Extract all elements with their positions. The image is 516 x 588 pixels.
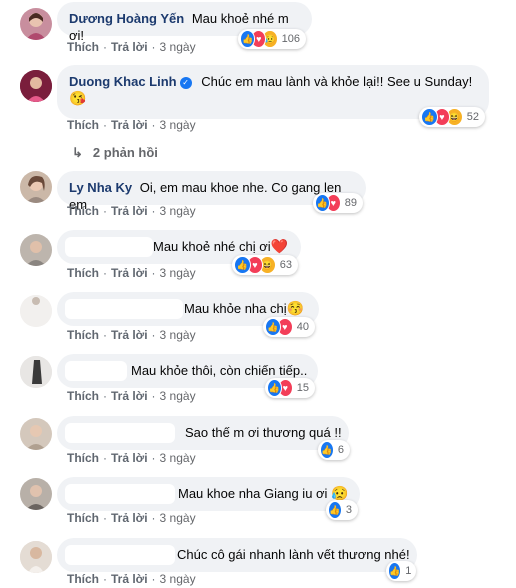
- comment-actions: Thích · Trả lời · 3 ngày: [67, 266, 196, 280]
- comment-actions: Thích · Trả lời · 3 ngày: [67, 204, 196, 218]
- comment-actions: Thích · Trả lời · 3 ngày: [67, 451, 196, 465]
- avatar[interactable]: [20, 356, 52, 388]
- comment-text: Mau khoe nha Giang iu ơi 😥: [178, 485, 349, 501]
- comment-text: Chúc em mau lành và khỏe lại!! See u Sun…: [201, 74, 473, 89]
- like-button[interactable]: Thích: [67, 451, 99, 465]
- redacted-author: [65, 423, 175, 443]
- reaction-count: 15: [296, 382, 309, 394]
- redacted-author: [65, 299, 183, 319]
- verified-badge-icon: ✓: [179, 76, 192, 89]
- kissing-emoji: 😚: [286, 300, 305, 316]
- like-button[interactable]: Thích: [67, 511, 99, 525]
- reaction-count: 106: [281, 33, 301, 45]
- view-replies-link[interactable]: ↳ 2 phản hồi: [72, 145, 158, 161]
- comment-timestamp[interactable]: 3 ngày: [160, 204, 196, 218]
- like-reaction-icon: 👍: [234, 256, 251, 274]
- redacted-author: [65, 237, 153, 257]
- like-reaction-icon: 👍: [315, 194, 330, 212]
- comment-text: Chúc cô gái nhanh lành vết thương nhé!: [177, 547, 410, 562]
- avatar[interactable]: [20, 171, 52, 203]
- reply-button[interactable]: Trả lời: [111, 328, 148, 342]
- comment-timestamp[interactable]: 3 ngày: [160, 266, 196, 280]
- avatar[interactable]: [20, 478, 52, 510]
- replies-label: 2 phản hồi: [92, 145, 158, 160]
- comment-text: Mau khoẻ nhé chị ơi❤️: [153, 238, 289, 254]
- avatar[interactable]: [20, 295, 52, 327]
- comment-actions: Thích · Trả lời · 3 ngày: [67, 389, 196, 403]
- sad-emoji: 😥: [331, 485, 349, 501]
- reaction-count: 3: [345, 504, 352, 516]
- comment-bubble: Sao thế m ơi thương quá !!: [57, 416, 349, 450]
- reaction-summary[interactable]: 👍 ♥ 89: [313, 193, 363, 213]
- like-button[interactable]: Thích: [67, 204, 99, 218]
- reply-button[interactable]: Trả lời: [111, 204, 148, 218]
- reaction-summary[interactable]: 👍 ♥ 😆 63: [232, 255, 298, 275]
- comment-actions: Thích · Trả lời · 3 ngày: [67, 118, 196, 132]
- comment-actions: Thích · Trả lời · 3 ngày: [67, 572, 196, 586]
- comment-bubble: Chúc cô gái nhanh lành vết thương nhé!: [57, 538, 417, 572]
- redacted-author: [65, 484, 175, 504]
- comment-actions: Thích · Trả lời · 3 ngày: [67, 328, 196, 342]
- reaction-count: 1: [405, 565, 412, 577]
- like-reaction-icon: 👍: [421, 108, 438, 126]
- reaction-count: 89: [344, 197, 357, 209]
- reaction-summary[interactable]: 👍 3: [326, 500, 358, 520]
- like-button[interactable]: Thích: [67, 389, 99, 403]
- reply-button[interactable]: Trả lời: [111, 118, 148, 132]
- reaction-count: 6: [337, 444, 344, 456]
- heart-emoji: ❤️: [270, 238, 289, 254]
- reaction-summary[interactable]: 👍 ♥ 😆 52: [419, 107, 485, 127]
- comments-panel: Dương Hoàng Yến Mau khoẻ nhé m ơi! 👍 ♥ 😥…: [0, 0, 516, 588]
- avatar[interactable]: [20, 418, 52, 450]
- comment-author[interactable]: Dương Hoàng Yến: [69, 11, 184, 26]
- like-reaction-icon: 👍: [320, 441, 334, 459]
- reply-button[interactable]: Trả lời: [111, 389, 148, 403]
- comment-text: Mau khỏe thôi, còn chiến tiếp..: [131, 363, 308, 378]
- avatar[interactable]: [20, 541, 52, 573]
- reaction-count: 63: [279, 259, 292, 271]
- comment-text: Mau khỏe nha chị😚: [184, 300, 305, 316]
- like-button[interactable]: Thích: [67, 40, 99, 54]
- comment-timestamp[interactable]: 3 ngày: [160, 572, 196, 586]
- reply-button[interactable]: Trả lời: [111, 572, 148, 586]
- comment-bubble: Mau khoe nha Giang iu ơi 😥: [57, 477, 360, 511]
- like-reaction-icon: 👍: [265, 318, 281, 336]
- like-button[interactable]: Thích: [67, 572, 99, 586]
- avatar[interactable]: [20, 8, 52, 40]
- reply-button[interactable]: Trả lời: [111, 266, 148, 280]
- reply-arrow-icon: ↳: [72, 145, 83, 160]
- avatar[interactable]: [20, 70, 52, 102]
- comment-actions: Thích · Trả lời · 3 ngày: [67, 511, 196, 525]
- reply-button[interactable]: Trả lời: [111, 40, 148, 54]
- comment-author[interactable]: Ly Nha Ky: [69, 180, 132, 195]
- like-button[interactable]: Thích: [67, 266, 99, 280]
- reply-button[interactable]: Trả lời: [111, 511, 148, 525]
- comment-timestamp[interactable]: 3 ngày: [160, 118, 196, 132]
- like-reaction-icon: 👍: [267, 379, 282, 397]
- like-button[interactable]: Thích: [67, 328, 99, 342]
- like-button[interactable]: Thích: [67, 118, 99, 132]
- redacted-author: [65, 361, 127, 381]
- comment-timestamp[interactable]: 3 ngày: [160, 328, 196, 342]
- like-reaction-icon: 👍: [328, 501, 342, 519]
- comment-timestamp[interactable]: 3 ngày: [160, 451, 196, 465]
- reaction-count: 40: [296, 321, 309, 333]
- comment-actions: Thích · Trả lời · 3 ngày: [67, 40, 196, 54]
- like-reaction-icon: 👍: [388, 562, 402, 580]
- comment-timestamp[interactable]: 3 ngày: [160, 389, 196, 403]
- reaction-summary[interactable]: 👍 ♥ 😥 106: [238, 29, 306, 49]
- reaction-summary[interactable]: 👍 1: [386, 561, 416, 581]
- reaction-summary[interactable]: 👍 ♥ 40: [263, 317, 315, 337]
- comment-timestamp[interactable]: 3 ngày: [160, 511, 196, 525]
- comment-author[interactable]: Duong Khac Linh: [69, 74, 177, 89]
- avatar[interactable]: [20, 234, 52, 266]
- reaction-summary[interactable]: 👍 ♥ 15: [265, 378, 315, 398]
- redacted-author: [65, 545, 175, 565]
- reply-button[interactable]: Trả lời: [111, 451, 148, 465]
- reaction-summary[interactable]: 👍 6: [318, 440, 350, 460]
- comment-text: Sao thế m ơi thương quá !!: [185, 425, 342, 440]
- reaction-count: 52: [466, 111, 479, 123]
- comment-timestamp[interactable]: 3 ngày: [160, 40, 196, 54]
- kiss-emoji: 😘: [69, 90, 87, 106]
